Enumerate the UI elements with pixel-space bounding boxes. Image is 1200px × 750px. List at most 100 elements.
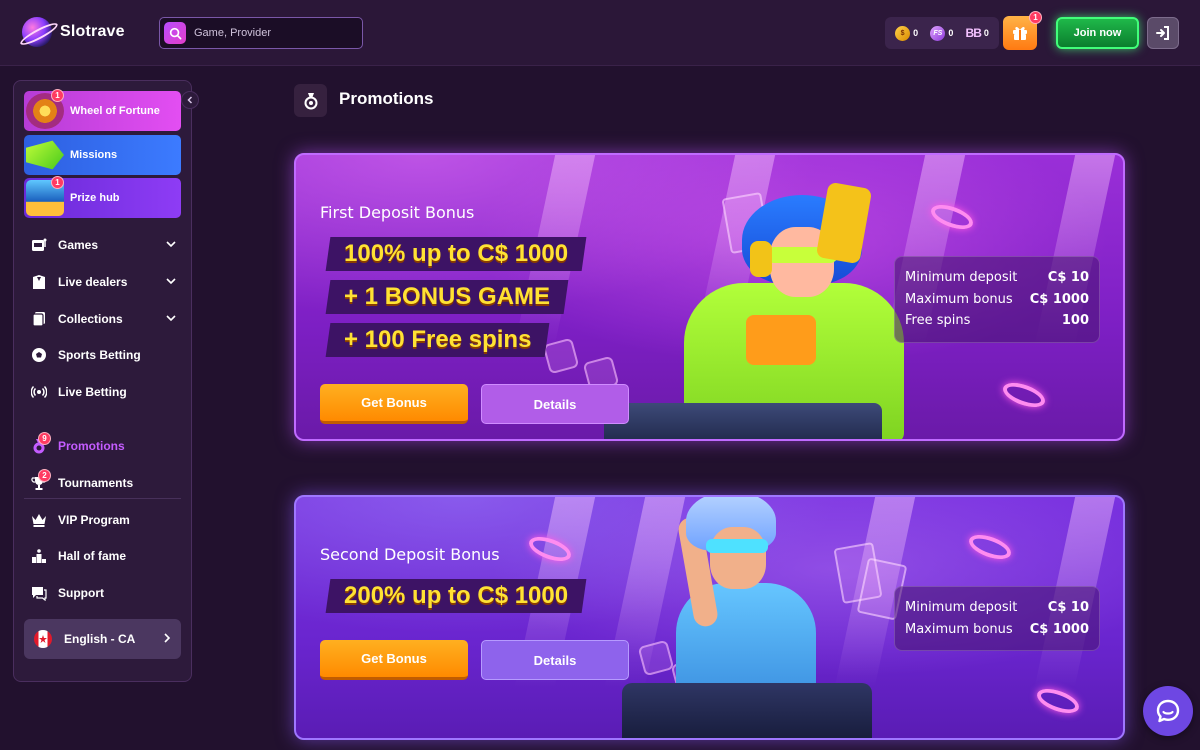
offer-text: 200% up to C$ 1000 [344,582,569,609]
gift-badge: 1 [1029,11,1042,24]
sidebar-item-games[interactable]: Games [24,230,181,260]
planet-logo-icon [22,17,52,47]
language-selector[interactable]: English - CA [24,619,181,659]
live-dealers-label: Live dealers [58,275,128,289]
sidebar-item-live-betting[interactable]: Live Betting [24,377,181,407]
sidebar-item-tournaments[interactable]: 2 Tournaments [24,468,181,498]
wheel-badge: 1 [51,89,64,102]
sidebar-item-hall-of-fame[interactable]: Hall of fame [24,541,181,571]
sidebar-divider [24,498,181,499]
promotions-label: Promotions [58,439,125,453]
promo-card-second-deposit: Second Deposit Bonus 200% up to C$ 1000 … [294,495,1125,740]
promo-title: Second Deposit Bonus [320,545,500,564]
dealer-icon [30,273,48,291]
free-spins-value: 0 [948,28,954,38]
offer-line: + 100 Free spins [325,323,550,357]
balances-bar[interactable]: $ 0 FS 0 BB 0 [885,17,999,49]
chevron-down-icon [166,278,176,285]
search-icon[interactable] [164,22,186,44]
live-betting-label: Live Betting [58,385,127,399]
info-value: C$ 10 [1047,270,1089,285]
prize-hub-label: Prize hub [70,192,120,204]
offer-text: 100% up to C$ 1000 [344,240,569,267]
bonus-balance-icon: BB [965,26,982,40]
canada-flag-icon [34,630,52,648]
collections-icon [30,310,48,328]
info-value: C$ 1000 [1029,291,1089,307]
missions-icon [26,140,64,170]
sidebar-item-sports-betting[interactable]: Sports Betting [24,340,181,370]
bonus-balance-value: 0 [983,28,989,38]
chevron-down-icon [166,315,176,322]
promo-card-first-deposit: First Deposit Bonus 100% up to C$ 1000 +… [294,153,1125,441]
chevron-right-icon [164,633,171,643]
dj-boy-face [710,527,766,589]
sidebar: 1 Wheel of Fortune Missions 1 Prize hub … [13,80,192,682]
support-chat-icon [30,584,48,602]
bonus-info-box: Minimum deposit C$ 10 Maximum bonus C$ 100… [894,586,1100,651]
details-button[interactable]: Details [481,640,629,680]
info-row: Free spins 100 [905,310,1089,332]
brand-logo[interactable]: Slotrave [22,16,125,48]
vip-program-label: VIP Program [58,513,130,527]
get-bonus-button[interactable]: Get Bonus [320,640,468,680]
soccer-ball-icon [30,346,48,364]
info-value: 100 [1061,313,1089,328]
details-button[interactable]: Details [481,384,629,424]
search-input[interactable] [194,27,354,39]
dj-girl-headphones [750,241,772,277]
sidebar-item-live-dealers[interactable]: Live dealers [24,267,181,297]
tournaments-badge: 2 [38,469,51,482]
info-value: C$ 1000 [1029,621,1089,637]
offer-line: 100% up to C$ 1000 [325,237,587,271]
games-label: Games [58,238,99,252]
sidebar-wheel-of-fortune[interactable]: 1 Wheel of Fortune [24,89,181,131]
gold-coin-value: 0 [913,28,919,38]
bonus-balance: BB 0 [966,26,989,41]
live-chat-button[interactable] [1143,686,1193,736]
sidebar-item-support[interactable]: Support [24,578,181,608]
sidebar-item-collections[interactable]: Collections [24,304,181,334]
sidebar-prize-hub[interactable]: 1 Prize hub [24,176,181,218]
dice-decoration [637,639,675,677]
promotions-title-icon [294,84,327,117]
page-title: Promotions [339,89,434,108]
dj-girl-phone [815,181,873,265]
offer-text: + 1 BONUS GAME [344,283,551,310]
chevron-left-icon [187,96,193,104]
bonus-info-box: Minimum deposit C$ 10 Maximum bonus C$ 100… [894,256,1100,343]
poker-chip-decoration [965,530,1015,564]
dj-girl-top [746,315,816,365]
poker-chip-decoration [1033,684,1083,718]
gift-button[interactable]: 1 [1003,11,1042,50]
join-now-button[interactable]: Join now [1056,17,1139,49]
sidebar-missions[interactable]: Missions [24,135,181,175]
podium-icon [30,547,48,565]
chevron-down-icon [166,241,176,248]
offer-text: + 100 Free spins [344,326,532,353]
gift-icon [1013,26,1027,40]
gold-coin-icon: $ [895,25,911,41]
info-row: Minimum deposit C$ 10 [905,597,1089,619]
login-button[interactable] [1147,17,1179,49]
info-value: C$ 10 [1047,600,1089,615]
promotions-badge: 9 [38,432,51,445]
sidebar-item-promotions[interactable]: 9 Promotions [24,431,181,461]
sidebar-item-vip-program[interactable]: VIP Program [24,505,181,535]
top-header: Slotrave $ 0 FS 0 BB 0 1 Join now [0,0,1200,66]
dj-deck-illustration [604,403,882,439]
free-spins-balance: FS 0 [930,25,954,41]
hall-of-fame-label: Hall of fame [58,549,127,563]
info-row: Maximum bonus C$ 1000 [905,619,1089,641]
dice-decoration [542,337,580,375]
info-row: Maximum bonus C$ 1000 [905,289,1089,311]
gold-coin-balance: $ 0 [895,25,919,41]
sidebar-collapse-button[interactable] [181,91,199,109]
login-icon [1156,26,1169,40]
info-label: Maximum bonus [905,621,1013,637]
get-bonus-button[interactable]: Get Bonus [320,384,468,424]
wheel-of-fortune-label: Wheel of Fortune [70,105,160,117]
info-label: Maximum bonus [905,291,1013,307]
collections-label: Collections [58,312,123,326]
info-label: Minimum deposit [905,270,1018,285]
